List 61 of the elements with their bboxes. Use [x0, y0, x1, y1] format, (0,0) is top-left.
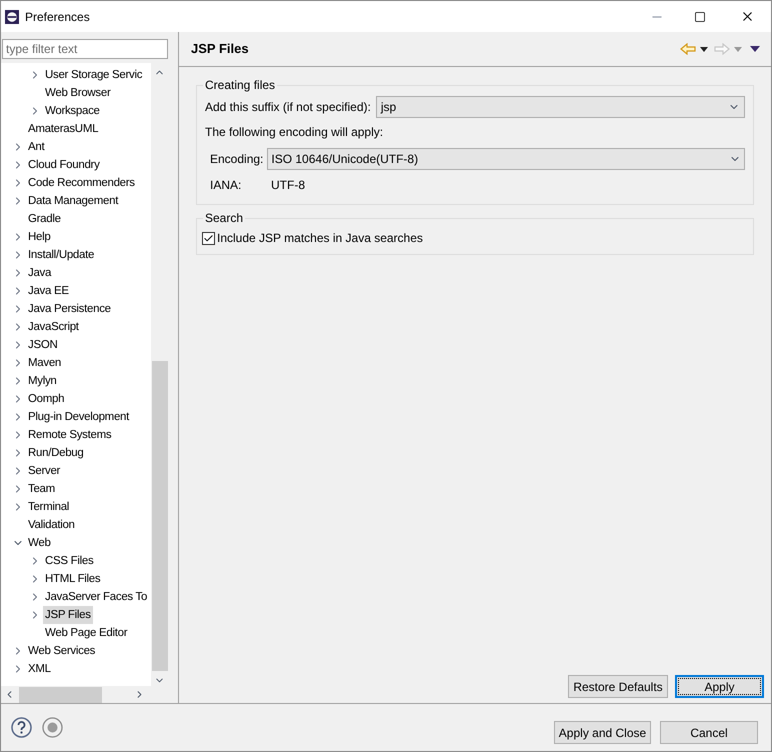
tree-item[interactable]: Web Page Editor: [43, 624, 130, 642]
tree-item[interactable]: Code Recommenders: [26, 174, 137, 192]
check-icon: [203, 232, 214, 244]
tree-item[interactable]: Help: [26, 228, 52, 246]
tree-item[interactable]: User Storage Servic: [43, 66, 144, 84]
tree-item[interactable]: Web: [26, 534, 53, 552]
suffix-dropdown[interactable]: jsp: [376, 96, 745, 118]
dropdown-triangle-icon[interactable]: [700, 46, 708, 52]
iana-label: IANA:: [210, 177, 242, 194]
tree-item[interactable]: CSS Files: [43, 552, 96, 570]
tree-item[interactable]: Remote Systems: [26, 426, 114, 444]
group-title: Search: [203, 211, 246, 225]
tree-item[interactable]: Gradle: [26, 210, 63, 228]
help-icon[interactable]: [11, 717, 32, 738]
scrollbar-thumb[interactable]: [152, 360, 168, 672]
tree-item[interactable]: Terminal: [26, 498, 72, 516]
tree-item[interactable]: Web Services: [26, 642, 98, 660]
page-title: JSP Files: [191, 40, 249, 58]
window-title: Preferences: [25, 8, 90, 26]
maximize-icon[interactable]: [694, 10, 706, 22]
encoding-dropdown[interactable]: ISO 10646/Unicode(UTF-8): [267, 148, 745, 170]
tree-item[interactable]: Cloud Foundry: [26, 156, 102, 174]
checkbox-label[interactable]: Include JSP matches in Java searches: [217, 229, 423, 247]
tree-item[interactable]: JavaScript: [26, 318, 81, 336]
app-logo-icon: [5, 10, 19, 24]
tree-item[interactable]: Team: [26, 480, 57, 498]
tree-item[interactable]: Data Management: [26, 192, 120, 210]
tree-item[interactable]: JavaServer Faces To: [43, 588, 150, 606]
group-title: Creating files: [203, 78, 278, 92]
tree-item[interactable]: Ant: [26, 138, 46, 156]
tree-item[interactable]: Web Browser: [43, 84, 113, 102]
record-icon[interactable]: [42, 717, 63, 738]
tree-item[interactable]: Install/Update: [26, 246, 96, 264]
view-menu-icon[interactable]: [750, 46, 760, 52]
tree-item[interactable]: Mylyn: [26, 372, 59, 390]
tree-item[interactable]: HTML Files: [43, 570, 102, 588]
tree-item[interactable]: Validation: [26, 516, 77, 534]
tree-item[interactable]: Workspace: [43, 102, 102, 120]
tree-item[interactable]: JSON: [26, 336, 60, 354]
tree-item[interactable]: Server: [26, 462, 62, 480]
apply-button[interactable]: Apply: [675, 675, 764, 698]
restore-defaults-button[interactable]: Restore Defaults: [568, 675, 668, 698]
tree-item[interactable]: XML: [26, 660, 53, 678]
tree-item[interactable]: Run/Debug: [26, 444, 86, 462]
suffix-label: Add this suffix (if not specified):: [205, 99, 371, 116]
cancel-button[interactable]: Cancel: [660, 721, 758, 744]
scrollbar-thumb[interactable]: [19, 686, 102, 702]
tree-item[interactable]: Java: [26, 264, 54, 282]
tree-item[interactable]: Java EE: [26, 282, 71, 300]
tree-item[interactable]: JSP Files: [43, 606, 93, 624]
apply-and-close-button[interactable]: Apply and Close: [554, 721, 651, 744]
encoding-note: The following encoding will apply:: [205, 124, 384, 140]
tree-item[interactable]: AmaterasUML: [26, 120, 100, 138]
tree-item[interactable]: Plug-in Development: [26, 408, 132, 426]
iana-value: UTF-8: [271, 177, 305, 194]
include-checkbox[interactable]: [202, 232, 215, 244]
tree-item[interactable]: Oomph: [26, 390, 66, 408]
encoding-label: Encoding:: [210, 151, 264, 168]
tree-item[interactable]: Maven: [26, 354, 64, 372]
tree-item[interactable]: Java Persistence: [26, 300, 113, 318]
filter-field[interactable]: type filter text: [2, 39, 168, 59]
